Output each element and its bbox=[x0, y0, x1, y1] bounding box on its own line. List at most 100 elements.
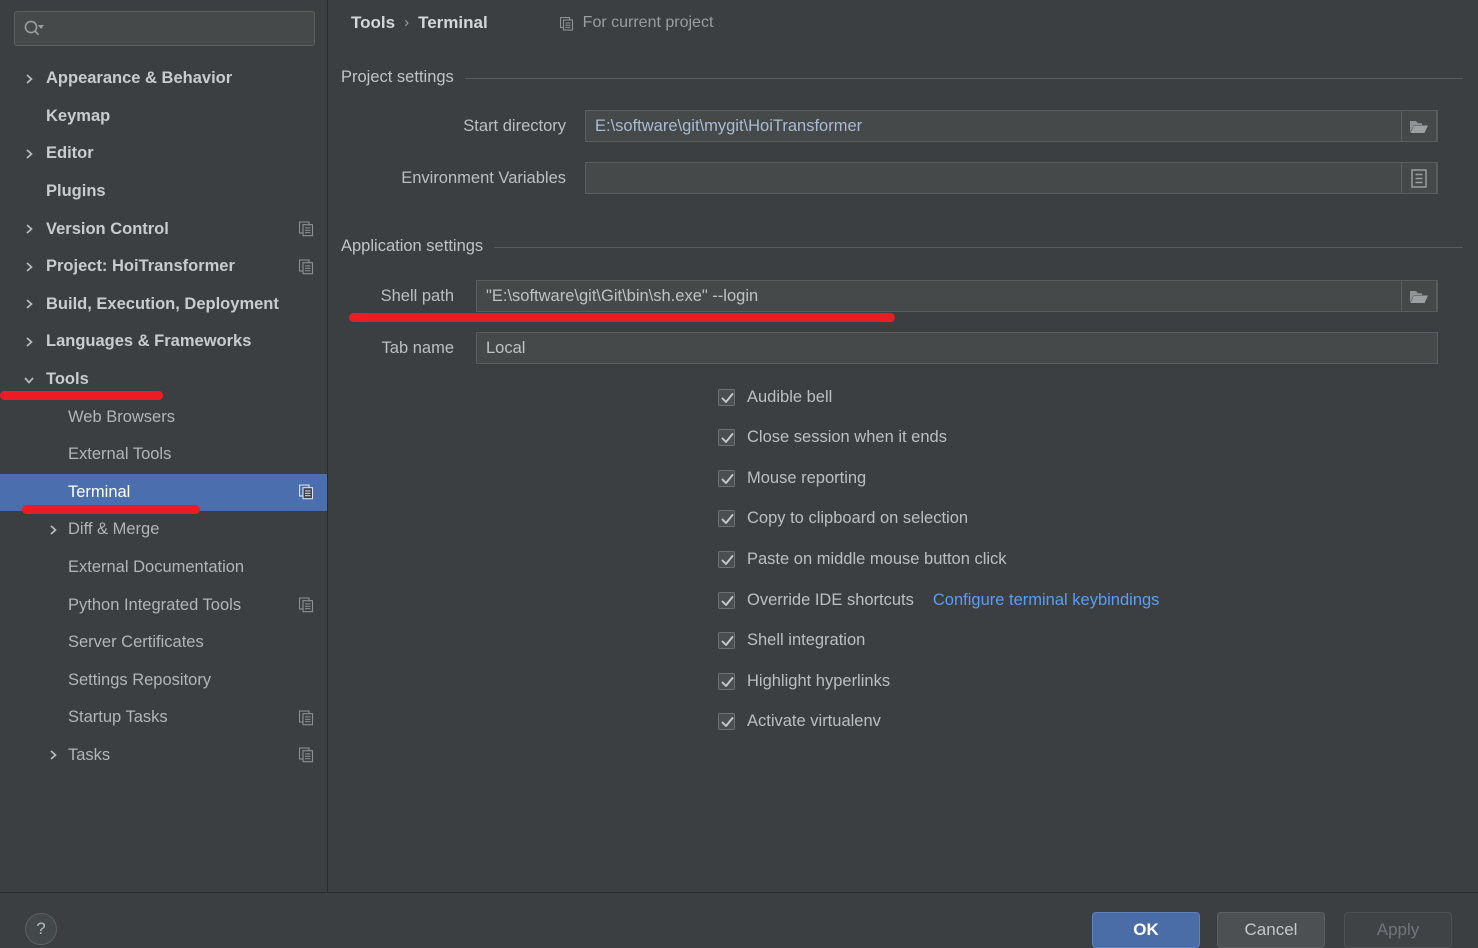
breadcrumb-root[interactable]: Tools bbox=[351, 13, 395, 33]
sidebar-item-label: Tasks bbox=[68, 745, 111, 764]
section-divider bbox=[464, 77, 1463, 79]
checkbox-close-session-when-it-ends[interactable] bbox=[718, 429, 735, 447]
copy-icon[interactable] bbox=[298, 484, 314, 500]
field-row-shell-path: Shell path bbox=[329, 280, 1478, 312]
sidebar-item-label: Keymap bbox=[46, 106, 111, 125]
sidebar-item-label: External Tools bbox=[68, 445, 172, 464]
chevron-right-icon[interactable] bbox=[22, 222, 36, 236]
checkbox-row-close-session-when-it-ends[interactable]: Close session when it ends bbox=[718, 427, 947, 449]
checkbox-row-highlight-hyperlinks[interactable]: Highlight hyperlinks bbox=[718, 670, 890, 692]
checkbox-row-override-ide-shortcuts[interactable]: Override IDE shortcuts Configure terminal… bbox=[718, 589, 1159, 611]
application-settings-header: Application settings bbox=[341, 235, 1463, 257]
chevron-right-icon[interactable] bbox=[22, 297, 36, 311]
chevron-right-icon[interactable] bbox=[22, 335, 36, 349]
field-row-start-directory: Start directory bbox=[329, 110, 1478, 142]
sidebar-item-label: Editor bbox=[46, 144, 94, 163]
checkbox-row-copy-to-clipboard-on-selection[interactable]: Copy to clipboard on selection bbox=[718, 508, 968, 530]
input-start-directory[interactable] bbox=[586, 111, 1401, 141]
chevron-right-icon[interactable] bbox=[22, 72, 36, 86]
sidebar-item-build-execution-deployment[interactable]: Build, Execution, Deployment bbox=[0, 286, 327, 324]
field-input-wrap-environment-variables bbox=[585, 162, 1438, 194]
sidebar-item-diff-merge[interactable]: Diff & Merge bbox=[0, 511, 327, 549]
section-title: Application settings bbox=[341, 236, 484, 255]
checkbox-row-activate-virtualenv[interactable]: Activate virtualenv bbox=[718, 711, 881, 733]
checkbox-paste-on-middle-mouse-button-click[interactable] bbox=[718, 550, 735, 568]
sidebar-item-tasks[interactable]: Tasks bbox=[0, 737, 327, 775]
copy-icon[interactable] bbox=[298, 597, 314, 613]
input-environment-variables[interactable] bbox=[586, 163, 1401, 193]
field-label-shell-path: Shell path bbox=[380, 286, 454, 305]
sidebar-item-editor[interactable]: Editor bbox=[0, 135, 327, 173]
checkbox-row-shell-integration[interactable]: Shell integration bbox=[718, 630, 865, 652]
sidebar-item-project-hoitransformer[interactable]: Project: HoiTransformer bbox=[0, 248, 327, 286]
project-settings-header: Project settings bbox=[341, 66, 1463, 88]
checkbox-shell-integration[interactable] bbox=[718, 632, 735, 650]
search-box[interactable] bbox=[14, 11, 315, 46]
list-document-icon[interactable] bbox=[1401, 162, 1437, 194]
sidebar-item-label: Settings Repository bbox=[68, 670, 212, 689]
copy-icon bbox=[559, 16, 574, 31]
chevron-right-icon[interactable] bbox=[46, 748, 60, 762]
chevron-down-icon[interactable] bbox=[22, 373, 36, 387]
copy-icon[interactable] bbox=[298, 221, 314, 237]
input-shell-path[interactable] bbox=[477, 281, 1401, 311]
checkbox-copy-to-clipboard-on-selection[interactable] bbox=[718, 510, 735, 528]
sidebar-item-server-certificates[interactable]: Server Certificates bbox=[0, 624, 327, 662]
sidebar-item-web-browsers[interactable]: Web Browsers bbox=[0, 398, 327, 436]
copy-icon[interactable] bbox=[298, 710, 314, 726]
breadcrumb-separator-icon: › bbox=[404, 13, 410, 31]
configure-terminal-keybindings-link[interactable]: Configure terminal keybindings bbox=[933, 591, 1160, 610]
sidebar-item-label: Diff & Merge bbox=[68, 520, 160, 539]
checkbox-label-activate-virtualenv: Activate virtualenv bbox=[747, 712, 881, 731]
chevron-right-icon[interactable] bbox=[22, 147, 36, 161]
chevron-right-icon[interactable] bbox=[22, 260, 36, 274]
sidebar-item-version-control[interactable]: Version Control bbox=[0, 210, 327, 248]
project-settings-section: Project settings bbox=[341, 66, 1463, 88]
help-button[interactable]: ? bbox=[25, 913, 57, 945]
field-input-wrap-start-directory bbox=[585, 110, 1438, 142]
section-divider bbox=[494, 246, 1463, 248]
field-label-tab-name: Tab name bbox=[381, 338, 454, 357]
checkbox-label-paste-on-middle-mouse-button-click: Paste on middle mouse button click bbox=[747, 549, 1007, 568]
chevron-right-icon[interactable] bbox=[46, 523, 60, 537]
sidebar-item-label: Terminal bbox=[68, 482, 131, 501]
checkbox-highlight-hyperlinks[interactable] bbox=[718, 672, 735, 690]
settings-dialog: Appearance & Behavior Keymap Editor Plugins… bbox=[0, 0, 1478, 948]
settings-content: Tools › Terminal For current project Pro… bbox=[329, 0, 1478, 892]
sidebar-item-settings-repository[interactable]: Settings Repository bbox=[0, 662, 327, 700]
folder-icon[interactable] bbox=[1401, 110, 1437, 142]
sidebar-item-external-tools[interactable]: External Tools bbox=[0, 436, 327, 474]
sidebar-item-keymap[interactable]: Keymap bbox=[0, 98, 327, 136]
field-label-start-directory: Start directory bbox=[463, 116, 566, 135]
checkbox-override-ide-shortcuts[interactable] bbox=[718, 591, 735, 609]
checkbox-row-audible-bell[interactable]: Audible bell bbox=[718, 386, 832, 408]
copy-icon[interactable] bbox=[298, 259, 314, 275]
settings-sidebar: Appearance & Behavior Keymap Editor Plugins… bbox=[0, 0, 328, 892]
sidebar-item-languages-frameworks[interactable]: Languages & Frameworks bbox=[0, 323, 327, 361]
cancel-button[interactable]: Cancel bbox=[1217, 912, 1325, 948]
sidebar-item-appearance-behavior[interactable]: Appearance & Behavior bbox=[0, 60, 327, 98]
field-row-tab-name: Tab name bbox=[329, 332, 1478, 364]
checkbox-audible-bell[interactable] bbox=[718, 388, 735, 406]
field-input-wrap-tab-name bbox=[476, 332, 1438, 364]
copy-icon[interactable] bbox=[298, 747, 314, 763]
checkbox-label-close-session-when-it-ends: Close session when it ends bbox=[747, 428, 947, 447]
checkbox-label-copy-to-clipboard-on-selection: Copy to clipboard on selection bbox=[747, 509, 969, 528]
input-tab-name[interactable] bbox=[477, 333, 1437, 363]
search-input[interactable] bbox=[51, 12, 309, 45]
sidebar-item-label: Web Browsers bbox=[68, 407, 175, 426]
ok-button[interactable]: OK bbox=[1092, 912, 1200, 948]
sidebar-item-python-integrated-tools[interactable]: Python Integrated Tools bbox=[0, 586, 327, 624]
checkbox-row-paste-on-middle-mouse-button-click[interactable]: Paste on middle mouse button click bbox=[718, 548, 1007, 570]
sidebar-item-label: Plugins bbox=[46, 182, 106, 201]
checkbox-mouse-reporting[interactable] bbox=[718, 469, 735, 487]
folder-icon[interactable] bbox=[1401, 280, 1437, 312]
sidebar-item-startup-tasks[interactable]: Startup Tasks bbox=[0, 699, 327, 737]
checkbox-row-mouse-reporting[interactable]: Mouse reporting bbox=[718, 467, 866, 489]
search-icon bbox=[23, 19, 45, 39]
breadcrumb-leaf: Terminal bbox=[418, 13, 488, 32]
sidebar-item-plugins[interactable]: Plugins bbox=[0, 173, 327, 211]
sidebar-item-external-documentation[interactable]: External Documentation bbox=[0, 549, 327, 587]
checkbox-activate-virtualenv[interactable] bbox=[718, 713, 735, 731]
sidebar-item-label: Version Control bbox=[46, 219, 169, 238]
